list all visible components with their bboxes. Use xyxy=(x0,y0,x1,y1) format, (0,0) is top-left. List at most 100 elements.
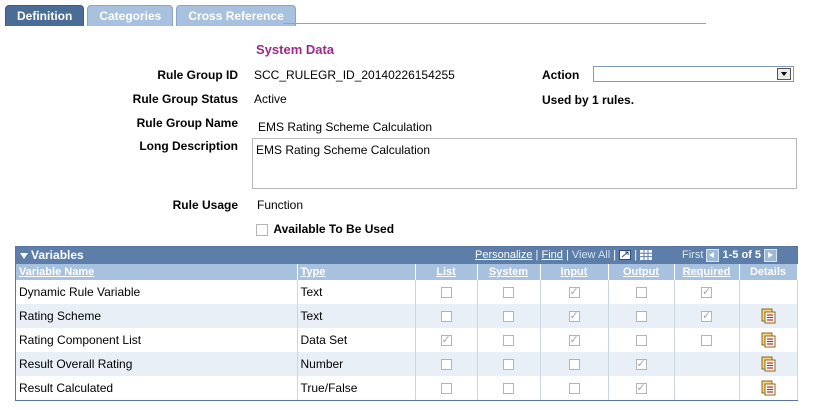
system-cell xyxy=(477,328,541,352)
details-cell xyxy=(739,304,798,328)
long-description-label: Long Description xyxy=(139,139,238,153)
available-row: Available To Be Used xyxy=(256,222,394,236)
rule-group-status-value: Active xyxy=(254,92,287,106)
output-checkbox[interactable] xyxy=(635,335,647,347)
variable-name-cell: Result Calculated xyxy=(16,376,298,400)
list-checkbox[interactable] xyxy=(440,383,452,395)
input-checkbox[interactable] xyxy=(568,383,580,395)
action-label: Action xyxy=(542,68,580,82)
variable-type-cell: Number xyxy=(297,352,416,376)
system-checkbox[interactable] xyxy=(503,335,514,347)
input-checkbox[interactable] xyxy=(568,359,580,371)
system-checkbox[interactable] xyxy=(503,359,514,371)
system-cell xyxy=(477,280,541,304)
col-system[interactable]: System xyxy=(477,264,541,280)
row-range: 1-5 of 5 xyxy=(722,249,762,261)
required-checkbox[interactable] xyxy=(701,309,712,323)
system-checkbox[interactable] xyxy=(503,311,514,323)
grid-title-text: Variables xyxy=(31,248,84,262)
details-page-icon[interactable] xyxy=(760,356,776,372)
table-row: Result Calculated True/False xyxy=(16,376,798,400)
triangle-down-icon[interactable] xyxy=(20,252,28,259)
input-cell xyxy=(540,376,609,400)
personalize-link[interactable]: Personalize xyxy=(475,249,532,261)
section-title: System Data xyxy=(256,42,335,57)
output-checkbox[interactable] xyxy=(635,381,647,395)
output-cell xyxy=(608,328,675,352)
available-checkbox[interactable] xyxy=(256,223,268,236)
list-checkbox[interactable] xyxy=(440,359,452,371)
input-checkbox[interactable] xyxy=(568,285,580,299)
next-icon[interactable] xyxy=(764,248,778,262)
list-checkbox[interactable] xyxy=(440,333,452,347)
tab-categories[interactable]: Categories xyxy=(87,5,174,26)
action-select[interactable] xyxy=(593,66,794,82)
output-checkbox[interactable] xyxy=(635,287,647,299)
output-cell xyxy=(608,304,675,328)
col-input[interactable]: Input xyxy=(540,264,609,280)
col-type[interactable]: Type xyxy=(297,264,416,280)
col-output[interactable]: Output xyxy=(608,264,675,280)
find-link[interactable]: Find xyxy=(541,249,562,261)
variable-type-cell: Data Set xyxy=(297,328,416,352)
details-page-icon[interactable] xyxy=(760,332,776,348)
grid-nav-links: Personalize | Find | View All | | xyxy=(475,247,653,264)
download-icon[interactable] xyxy=(619,250,632,261)
previous-icon[interactable] xyxy=(706,248,720,262)
output-checkbox[interactable] xyxy=(635,311,647,323)
long-description-field[interactable]: EMS Rating Scheme Calculation xyxy=(252,138,797,189)
grid-icon[interactable] xyxy=(640,250,653,261)
details-cell xyxy=(739,328,798,352)
list-cell xyxy=(415,304,478,328)
tab-cross-reference[interactable]: Cross Reference xyxy=(176,5,296,26)
table-row: Rating Component List Data Set xyxy=(16,328,798,352)
list-cell xyxy=(415,280,478,304)
variable-name-cell: Rating Component List xyxy=(16,328,298,352)
input-checkbox[interactable] xyxy=(568,309,580,323)
available-label: Available To Be Used xyxy=(273,222,395,236)
rule-group-id-label: Rule Group ID xyxy=(157,68,238,82)
nav-separator-4: | xyxy=(634,249,638,261)
col-list[interactable]: List xyxy=(415,264,478,280)
grid-title[interactable]: Variables xyxy=(20,247,84,264)
tab-bar: Definition Categories Cross Reference xyxy=(5,4,299,26)
variable-name-cell: Dynamic Rule Variable xyxy=(16,280,298,304)
system-checkbox[interactable] xyxy=(503,383,514,395)
output-checkbox[interactable] xyxy=(635,357,647,371)
details-cell xyxy=(739,352,798,376)
variable-type-cell: Text xyxy=(297,304,416,328)
rule-group-name-value: EMS Rating Scheme Calculation xyxy=(258,120,433,134)
list-checkbox[interactable] xyxy=(440,287,452,299)
view-all-link[interactable]: View All xyxy=(572,249,610,261)
required-cell xyxy=(674,304,740,328)
tab-definition[interactable]: Definition xyxy=(5,5,85,26)
required-checkbox[interactable] xyxy=(701,335,712,347)
last-link[interactable]: Last xyxy=(682,266,703,278)
nav-separator: | xyxy=(565,249,569,261)
nav-separator: | xyxy=(613,249,617,261)
input-cell xyxy=(540,352,609,376)
output-cell xyxy=(608,376,675,400)
required-cell xyxy=(674,352,740,376)
required-checkbox[interactable] xyxy=(701,285,712,299)
col-variable-name[interactable]: Variable Name xyxy=(16,264,298,280)
chevron-down-icon[interactable] xyxy=(777,68,791,80)
system-checkbox[interactable] xyxy=(503,287,514,299)
list-cell xyxy=(415,376,478,400)
variables-grid: Variables Personalize | Find | View All … xyxy=(15,246,798,401)
required-cell xyxy=(674,376,740,400)
variable-type-cell: True/False xyxy=(297,376,416,400)
system-cell xyxy=(477,304,541,328)
used-by-text: Used by 1 rules. xyxy=(542,93,635,107)
system-cell xyxy=(477,352,541,376)
details-page-icon[interactable] xyxy=(760,308,776,324)
grid-pager: First 1-5 of 5 Last xyxy=(682,247,797,281)
first-link[interactable]: First xyxy=(682,249,703,261)
details-page-icon[interactable] xyxy=(760,380,776,396)
nav-separator: | xyxy=(535,249,539,261)
input-checkbox[interactable] xyxy=(568,333,580,347)
list-checkbox[interactable] xyxy=(440,311,452,323)
input-cell xyxy=(540,304,609,328)
required-cell xyxy=(674,280,740,304)
tab-divider xyxy=(283,23,706,24)
